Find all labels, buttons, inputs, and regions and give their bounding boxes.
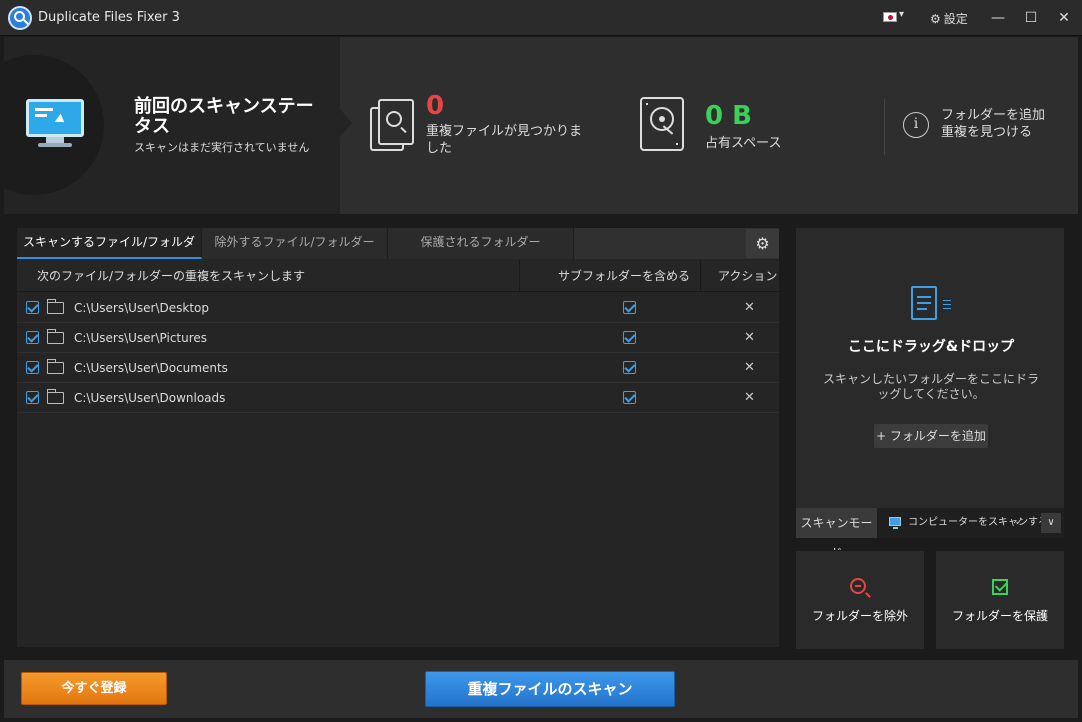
table-row: C:\Users\User\Desktop ✕ bbox=[17, 293, 779, 323]
folder-icon bbox=[47, 389, 64, 404]
gear-icon[interactable]: ⚙ bbox=[746, 229, 779, 258]
info-icon: i bbox=[903, 112, 929, 138]
folder-path: C:\Users\User\Documents bbox=[74, 361, 228, 375]
add-folder-button[interactable]: + フォルダーを追加 bbox=[874, 424, 988, 448]
minimize-button[interactable]: — bbox=[986, 6, 1010, 30]
checkmark-icon: ✓ bbox=[1015, 517, 1024, 528]
scan-summary-header: 前回のスキャンステータス スキャンはまだ実行されていません 0 重複ファイルが見… bbox=[0, 37, 1078, 214]
hard-disk-icon bbox=[640, 97, 684, 151]
scan-status-subtitle: スキャンはまだ実行されていません bbox=[134, 141, 310, 154]
remove-icon[interactable]: ✕ bbox=[744, 323, 755, 353]
protect-folder-button[interactable]: フォルダーを保護 bbox=[935, 550, 1065, 650]
register-now-button[interactable]: 今すぐ登録 bbox=[21, 672, 167, 705]
exclude-folder-label: フォルダーを除外 bbox=[811, 609, 908, 623]
col-path-header: 次のファイル/フォルダーの重複をスキャンします bbox=[37, 269, 306, 283]
info-text: フォルダーを追加 重複を見つける bbox=[941, 107, 1045, 141]
row-checkbox[interactable] bbox=[26, 361, 39, 374]
checkbox-check-icon bbox=[992, 579, 1008, 595]
drop-title: ここにドラッグ&ドロップ bbox=[847, 339, 1015, 355]
remove-icon[interactable]: ✕ bbox=[744, 383, 755, 413]
include-subfolders-checkbox[interactable] bbox=[623, 331, 636, 344]
drop-zone[interactable]: ここにドラッグ&ドロップ スキャンしたいフォルダーをここにドラッグしてください。… bbox=[795, 227, 1065, 560]
maximize-button[interactable]: ☐ bbox=[1019, 6, 1043, 30]
chevron-down-icon[interactable]: ∨ bbox=[1041, 513, 1061, 533]
folder-path: C:\Users\User\Pictures bbox=[74, 331, 208, 345]
folder-path: C:\Users\User\Downloads bbox=[74, 391, 226, 405]
footer-bar: 今すぐ登録 重複ファイルのスキャン bbox=[4, 660, 1078, 718]
remove-icon[interactable]: ✕ bbox=[744, 293, 755, 323]
tab-scan-files[interactable]: スキャンするファイル/フォルダー bbox=[17, 228, 202, 278]
folder-icon bbox=[47, 299, 64, 314]
settings-button[interactable]: ⚙ 設定 bbox=[930, 10, 968, 27]
computer-icon bbox=[889, 517, 901, 529]
scan-mode-label: スキャンモード bbox=[796, 508, 877, 560]
info-line-1: フォルダーを追加 bbox=[941, 108, 1046, 123]
close-button[interactable]: ✕ bbox=[1052, 6, 1076, 30]
gear-icon: ⚙ bbox=[930, 12, 941, 26]
include-subfolders-checkbox[interactable] bbox=[623, 391, 636, 404]
zoom-out-icon bbox=[850, 578, 866, 594]
duplicates-label: 重複ファイルが見つかりました bbox=[426, 124, 583, 156]
drop-description: スキャンしたいフォルダーをここにドラッグしてください。 bbox=[822, 372, 1039, 401]
tab-exclude-files[interactable]: 除外するファイル/フォルダー bbox=[202, 228, 388, 259]
app-logo-icon bbox=[8, 6, 32, 30]
include-subfolders-checkbox[interactable] bbox=[623, 361, 636, 374]
table-row: C:\Users\User\Documents ✕ bbox=[17, 353, 779, 383]
scan-status-panel: 前回のスキャンステータス スキャンはまだ実行されていません bbox=[0, 37, 340, 214]
row-checkbox[interactable] bbox=[26, 331, 39, 344]
include-subfolders-checkbox[interactable] bbox=[623, 301, 636, 314]
row-checkbox[interactable] bbox=[26, 391, 39, 404]
scan-status-title: 前回のスキャンステータス bbox=[134, 96, 314, 137]
space-value: 0 B bbox=[705, 101, 752, 131]
title-bar: Duplicate Files Fixer 3 ▾ ⚙ 設定 — ☐ ✕ bbox=[0, 0, 1082, 36]
table-header: 次のファイル/フォルダーの重複をスキャンします サブフォルダーを含める アクショ… bbox=[17, 260, 779, 292]
duplicate-files-icon bbox=[370, 99, 416, 153]
language-chevron-down-icon[interactable]: ▾ bbox=[899, 9, 904, 20]
tab-bar: スキャンするファイル/フォルダー 除外するファイル/フォルダー 保護されるフォル… bbox=[17, 228, 779, 278]
col-action-header: アクション bbox=[718, 269, 778, 283]
remove-icon[interactable]: ✕ bbox=[744, 353, 755, 383]
folders-panel: スキャンするファイル/フォルダー 除外するファイル/フォルダー 保護されるフォル… bbox=[16, 227, 780, 648]
folder-icon bbox=[47, 329, 64, 344]
info-line-2: 重複を見つける bbox=[941, 125, 1033, 140]
tab-protected-folders[interactable]: 保護されるフォルダー bbox=[388, 228, 574, 259]
table-row: C:\Users\User\Pictures ✕ bbox=[17, 323, 779, 353]
settings-label: 設定 bbox=[943, 12, 968, 26]
document-drop-icon bbox=[911, 286, 951, 322]
scan-mode-bar: スキャンモード コンピューターをスキャンする ✓ ∨ bbox=[796, 508, 1064, 560]
folder-path: C:\Users\User\Desktop bbox=[74, 301, 209, 315]
language-flag-icon[interactable] bbox=[883, 12, 897, 22]
exclude-folder-button[interactable]: フォルダーを除外 bbox=[795, 550, 925, 650]
folder-icon bbox=[47, 359, 64, 374]
row-checkbox[interactable] bbox=[26, 301, 39, 314]
monitor-icon bbox=[26, 99, 84, 137]
scan-mode-select[interactable]: コンピューターをスキャンする bbox=[908, 508, 1048, 538]
app-title: Duplicate Files Fixer 3 bbox=[38, 10, 180, 25]
folder-list: C:\Users\User\Desktop ✕ C:\Users\User\Pi… bbox=[17, 293, 779, 413]
scan-duplicates-button[interactable]: 重複ファイルのスキャン bbox=[425, 671, 675, 707]
col-subfolders-header: サブフォルダーを含める bbox=[558, 269, 691, 283]
duplicates-count: 0 bbox=[426, 91, 445, 121]
protect-folder-label: フォルダーを保護 bbox=[951, 609, 1048, 623]
table-row: C:\Users\User\Downloads ✕ bbox=[17, 383, 779, 413]
space-label: 占有スペース bbox=[705, 136, 782, 151]
